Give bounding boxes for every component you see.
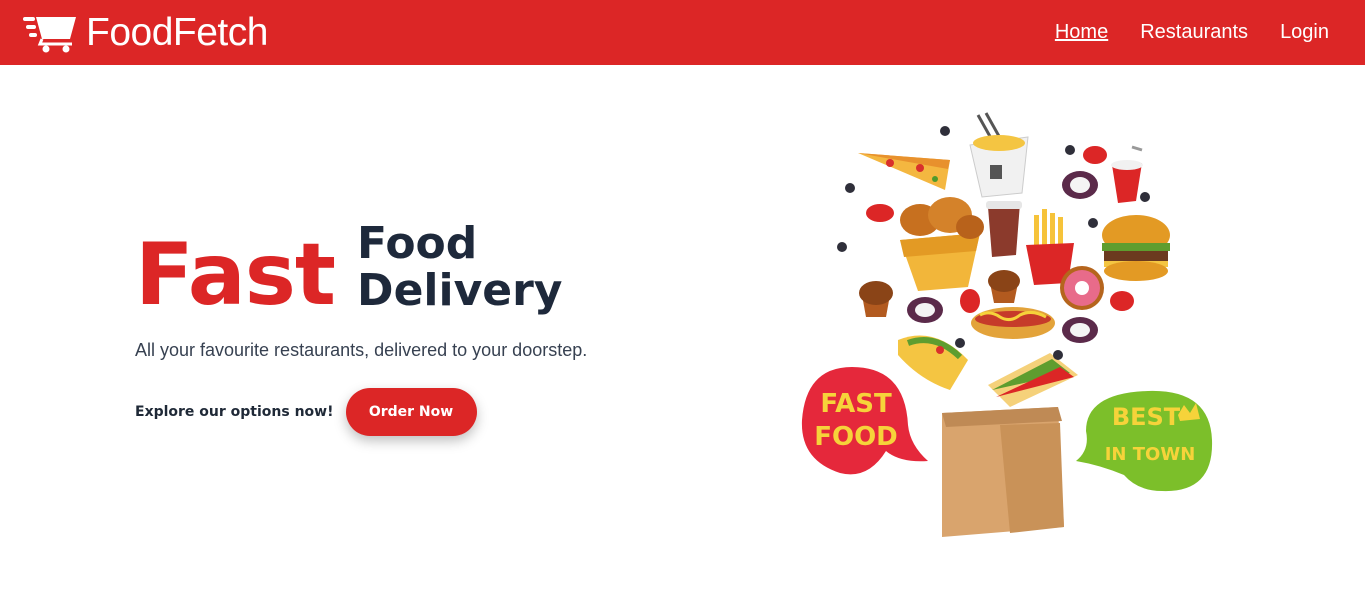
- headline-delivery: Delivery: [357, 265, 563, 316]
- food-delivery-illustration: FAST FOOD BEST IN TOWN: [801, 112, 1213, 537]
- headline-food-delivery: Food Delivery: [357, 220, 562, 314]
- order-now-button[interactable]: Order Now: [345, 388, 477, 436]
- hot-dog-icon: [971, 307, 1055, 339]
- bubble-right-line1: BEST: [1112, 403, 1181, 431]
- hero-tagline: All your favourite restaurants, delivere…: [135, 340, 588, 360]
- hero-headline: Fast Food Delivery: [135, 220, 695, 318]
- hero-text: Fast Food Delivery All your favourite re…: [135, 220, 695, 436]
- bubble-left-line1: FAST: [820, 389, 892, 419]
- headline-fast: Fast: [135, 225, 336, 325]
- explore-text: Explore our options now!: [135, 404, 334, 420]
- cta-row: Explore our options now! Order Now: [135, 388, 477, 436]
- main-nav: Home Restaurants Login: [1055, 21, 1329, 44]
- burger-icon: [1102, 215, 1170, 281]
- nav-home-link[interactable]: Home: [1055, 21, 1108, 44]
- brand-name: FoodFetch: [86, 11, 268, 54]
- donut-icon: [1060, 266, 1104, 310]
- best-in-town-speech-bubble: BEST IN TOWN: [1076, 390, 1213, 492]
- bubble-right-line2: IN TOWN: [1105, 444, 1196, 465]
- paper-bag-icon: [942, 407, 1064, 537]
- coffee-cup-icon: [986, 201, 1022, 257]
- nav-restaurants-link[interactable]: Restaurants: [1140, 21, 1248, 44]
- headline-food: Food: [357, 218, 478, 269]
- brand-logo[interactable]: FoodFetch: [22, 13, 268, 53]
- bubble-left-line2: FOOD: [814, 422, 898, 452]
- nav-login-link[interactable]: Login: [1280, 21, 1329, 44]
- fast-food-speech-bubble: FAST FOOD: [801, 367, 928, 475]
- navbar: FoodFetch Home Restaurants Login: [0, 0, 1365, 65]
- noodle-box-icon: [969, 112, 1029, 198]
- soda-cup-icon: [1111, 145, 1143, 203]
- pizza-slice-icon: [858, 153, 950, 190]
- fried-chicken-bucket-icon: [900, 197, 984, 291]
- sandwich-icon: [988, 353, 1078, 407]
- shopping-cart-icon: [23, 16, 76, 52]
